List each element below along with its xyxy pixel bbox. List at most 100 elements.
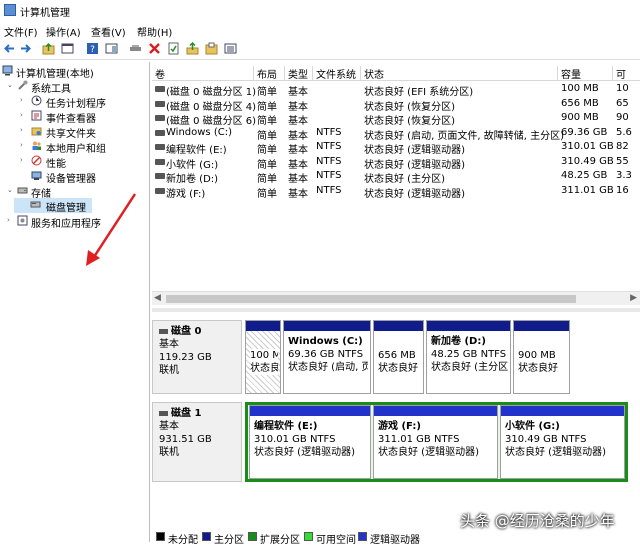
column-header-layout[interactable]: 布局 bbox=[254, 66, 285, 81]
tree-item-root[interactable]: 计算机管理(本地) bbox=[0, 64, 149, 80]
table-row[interactable]: (磁盘 0 磁盘分区 1) 简单 基本 状态良好 (EFI 系统分区) 100 MB 10 bbox=[152, 82, 640, 98]
volume-icon bbox=[155, 86, 165, 92]
table-row[interactable]: Windows (C:) 简单 基本 NTFS 状态良好 (启动, 页面文件, 故障转储… bbox=[152, 126, 640, 142]
tree-item-task-scheduler[interactable]: › 任务计划程序 bbox=[0, 94, 149, 110]
connect-drive-icon[interactable] bbox=[129, 42, 142, 55]
volume-icon bbox=[155, 115, 165, 121]
tree-item-event-viewer[interactable]: › 事件查看器 bbox=[0, 109, 149, 125]
up-arrow-folder-icon[interactable] bbox=[186, 42, 199, 55]
tree-item-device-manager[interactable]: 设备管理器 bbox=[0, 169, 149, 185]
legend-label: 扩展分区 bbox=[260, 535, 300, 546]
column-header-type[interactable]: 类型 bbox=[285, 66, 313, 81]
tree-item-label: 计算机管理(本地) bbox=[16, 69, 94, 80]
help-icon[interactable]: ? bbox=[86, 42, 99, 55]
tree-item-local-users[interactable]: › 本地用户和组 bbox=[0, 139, 149, 155]
legend-swatch bbox=[156, 532, 165, 541]
disk0-name-row: 磁盘 0 bbox=[159, 325, 235, 338]
tree-item-performance[interactable]: › 性能 bbox=[0, 154, 149, 170]
partition-windows-c[interactable]: Windows (C:) 69.36 GB NTFS 状态良好 (启动, 页 bbox=[283, 320, 371, 394]
back-arrow-icon[interactable] bbox=[3, 42, 16, 55]
column-header-volume[interactable]: 卷 bbox=[152, 66, 254, 81]
export-folder-icon[interactable] bbox=[205, 42, 218, 55]
partition-name: 编程软件 (E:) bbox=[254, 421, 318, 432]
partition-small-software-g[interactable]: 小软件 (G:) 310.49 GB NTFS 状态良好 (逻辑驱动器) bbox=[500, 405, 625, 479]
cell-capacity: 69.36 GB bbox=[561, 126, 608, 138]
table-row[interactable]: 编程软件 (E:) 简单 基本 NTFS 状态良好 (逻辑驱动器) 310.01 GB 82 bbox=[152, 140, 640, 156]
cell-capacity: 656 MB bbox=[561, 97, 599, 109]
show-hide-console-icon[interactable] bbox=[61, 42, 74, 55]
chevron-right-icon[interactable]: › bbox=[20, 96, 23, 104]
partition-text: 小软件 (G:) 310.49 GB NTFS 状态良好 (逻辑驱动器) bbox=[505, 420, 622, 459]
chevron-right-icon[interactable]: › bbox=[20, 156, 23, 164]
delete-icon[interactable] bbox=[148, 42, 161, 55]
chevron-right-icon[interactable]: › bbox=[7, 216, 10, 224]
table-row[interactable]: (磁盘 0 磁盘分区 4) 简单 基本 状态良好 (恢复分区) 656 MB 65 bbox=[152, 97, 640, 113]
chevron-right-icon[interactable]: › bbox=[20, 141, 23, 149]
chevron-down-icon[interactable]: ⌄ bbox=[7, 81, 13, 89]
disk-icon bbox=[30, 201, 41, 208]
chevron-right-icon[interactable]: › bbox=[20, 111, 23, 119]
horizontal-scrollbar[interactable]: ◀ ▶ bbox=[152, 291, 640, 305]
partition-bar bbox=[246, 321, 280, 331]
partition-bar bbox=[374, 406, 497, 416]
clock-icon bbox=[31, 95, 42, 106]
column-header-status[interactable]: 状态 bbox=[361, 66, 558, 81]
menu-file[interactable]: 文件(F) bbox=[4, 24, 38, 39]
disk1-kind: 基本 bbox=[159, 421, 179, 432]
cell-layout: 简单 bbox=[257, 188, 277, 200]
tree-item-shared-folders[interactable]: › 共享文件夹 bbox=[0, 124, 149, 140]
partition-bar bbox=[427, 321, 510, 331]
menu-action[interactable]: 操作(A) bbox=[46, 24, 81, 39]
column-header-free[interactable]: 可 bbox=[613, 66, 640, 81]
partition-programming-e[interactable]: 编程软件 (E:) 310.01 GB NTFS 状态良好 (逻辑驱动器) bbox=[249, 405, 371, 479]
disk1-info[interactable]: 磁盘 1 基本 931.51 GB 联机 bbox=[152, 402, 242, 482]
column-header-filesystem[interactable]: 文件系统 bbox=[313, 66, 361, 81]
cell-capacity: 48.25 GB bbox=[561, 170, 608, 181]
legend-label: 可用空间 bbox=[316, 535, 356, 546]
legend-label: 逻辑驱动器 bbox=[370, 535, 420, 546]
menu-help[interactable]: 帮助(H) bbox=[137, 24, 172, 39]
partition-disk0-recovery-2[interactable]: 900 MB 状态良好 bbox=[513, 320, 570, 394]
navigation-tree: 计算机管理(本地) ⌄ 系统工具 › 任务计划程序 › 事件查看器 › 共享文件… bbox=[0, 62, 150, 542]
tools-icon bbox=[18, 80, 28, 90]
disk0-info[interactable]: 磁盘 0 基本 119.23 GB 联机 bbox=[152, 320, 242, 394]
table-row[interactable]: 小软件 (G:) 简单 基本 NTFS 状态良好 (逻辑驱动器) 310.49 GB 55 bbox=[152, 155, 640, 171]
scroll-left-icon[interactable]: ◀ bbox=[154, 293, 161, 303]
partition-status: 状态良好 (启动, 页 bbox=[288, 362, 368, 373]
title-bar: 计算机管理 bbox=[0, 0, 640, 20]
check-properties-icon[interactable] bbox=[167, 42, 180, 55]
partition-games-f[interactable]: 游戏 (F:) 311.01 GB NTFS 状态良好 (逻辑驱动器) bbox=[373, 405, 498, 479]
volume-icon bbox=[155, 158, 165, 165]
tree-item-label: 系统工具 bbox=[31, 84, 71, 95]
forward-arrow-icon[interactable] bbox=[19, 42, 32, 55]
cell-volume: Windows (C:) bbox=[166, 126, 232, 138]
partition-new-volume-d[interactable]: 新加卷 (D:) 48.25 GB NTFS 状态良好 (主分区) bbox=[426, 320, 511, 394]
legend-swatch bbox=[202, 532, 211, 541]
cell-free: 3.3 bbox=[616, 170, 632, 181]
menu-view[interactable]: 查看(V) bbox=[91, 24, 126, 39]
volume-icon bbox=[155, 129, 165, 136]
table-row[interactable]: 游戏 (F:) 简单 基本 NTFS 状态良好 (逻辑驱动器) 311.01 GB 16 bbox=[152, 184, 640, 200]
up-folder-icon[interactable] bbox=[42, 42, 55, 55]
chevron-right-icon[interactable]: › bbox=[20, 126, 23, 134]
shared-folder-icon bbox=[31, 127, 42, 136]
column-header-capacity[interactable]: 容量 bbox=[558, 66, 613, 81]
partition-bar bbox=[284, 321, 370, 331]
volume-icon bbox=[155, 187, 165, 194]
cell-free: 10 bbox=[616, 83, 629, 94]
partition-bar bbox=[374, 321, 423, 331]
tree-item-system-tools[interactable]: ⌄ 系统工具 bbox=[0, 79, 149, 95]
table-row[interactable]: 新加卷 (D:) 简单 基本 NTFS 状态良好 (主分区) 48.25 GB 3.3 bbox=[152, 169, 640, 185]
scroll-right-icon[interactable]: ▶ bbox=[630, 293, 637, 303]
red-annotation-arrow bbox=[86, 193, 137, 266]
partition-size: 69.36 GB NTFS bbox=[288, 349, 364, 360]
properties-pane-icon[interactable] bbox=[105, 42, 118, 55]
scrollbar-thumb[interactable] bbox=[166, 295, 576, 303]
partition-disk0-efi[interactable]: 100 M 状态良 bbox=[245, 320, 281, 394]
cell-filesystem: NTFS bbox=[316, 126, 342, 138]
cell-capacity: 900 MB bbox=[561, 112, 599, 123]
chevron-down-icon[interactable]: ⌄ bbox=[7, 186, 13, 194]
list-view-icon[interactable] bbox=[224, 42, 237, 55]
table-row[interactable]: (磁盘 0 磁盘分区 6) 简单 基本 状态良好 (恢复分区) 900 MB 90 bbox=[152, 111, 640, 127]
partition-disk0-recovery-1[interactable]: 656 MB 状态良好 bbox=[373, 320, 424, 394]
